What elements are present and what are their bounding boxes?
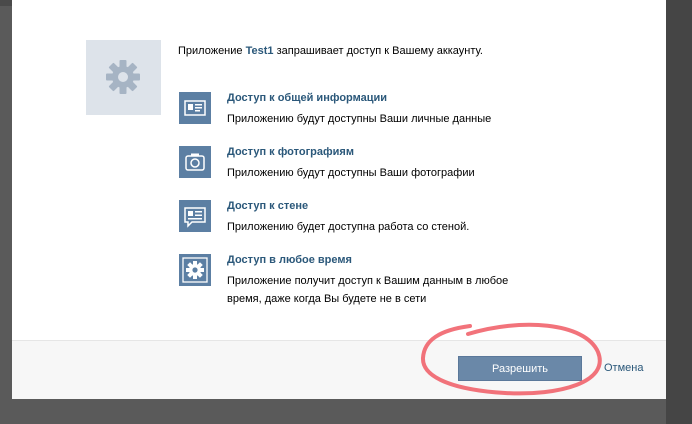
gear-icon bbox=[106, 60, 140, 94]
app-avatar bbox=[86, 40, 161, 115]
gear-icon bbox=[179, 254, 211, 286]
allow-button[interactable]: Разрешить bbox=[458, 356, 582, 381]
permission-title: Доступ к общей информации bbox=[227, 92, 388, 104]
permission-title: Доступ к фотографиям bbox=[227, 146, 354, 158]
wall-message-icon bbox=[179, 200, 211, 232]
page-background-right bbox=[666, 0, 692, 424]
profile-card-icon bbox=[179, 92, 211, 124]
intro-prefix: Приложение bbox=[178, 45, 243, 57]
camera-icon bbox=[179, 146, 211, 178]
request-intro: Приложение Test1 запрашивает доступ к Ва… bbox=[178, 42, 518, 60]
permission-description: Приложению будут доступны Ваши личные да… bbox=[227, 113, 492, 125]
permission-description: Приложение получит доступ к Вашим данным… bbox=[227, 275, 509, 305]
permission-dialog: Приложение Test1 запрашивает доступ к Ва… bbox=[12, 0, 666, 399]
permission-description: Приложению будет доступна работа со стен… bbox=[227, 221, 470, 233]
dialog-footer: Разрешить Отмена bbox=[12, 340, 666, 399]
intro-suffix: запрашивает доступ к Вашему аккаунту. bbox=[276, 45, 483, 57]
cancel-link[interactable]: Отмена bbox=[604, 362, 643, 374]
permission-description: Приложению будут доступны Ваши фотографи… bbox=[227, 167, 475, 179]
permission-title: Доступ в любое время bbox=[227, 254, 352, 266]
permission-title: Доступ к стене bbox=[227, 200, 309, 212]
app-name: Test1 bbox=[245, 45, 274, 57]
